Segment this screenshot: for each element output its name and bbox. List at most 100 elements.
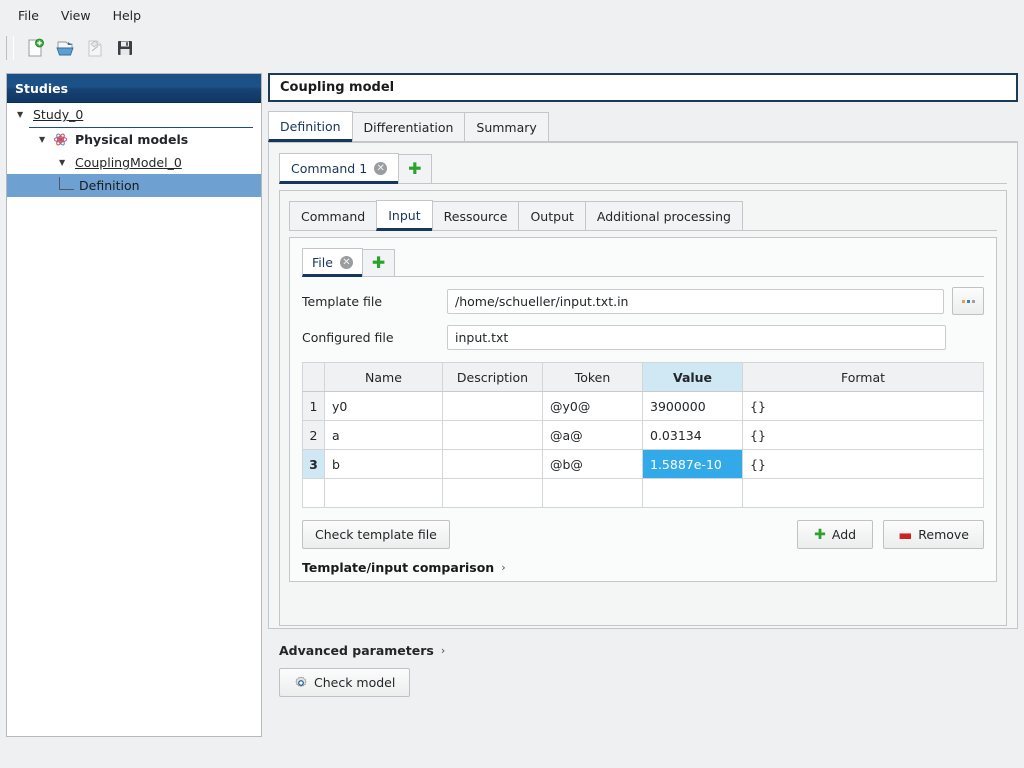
- cell-empty[interactable]: [443, 479, 543, 508]
- check-template-file-button[interactable]: Check template file: [302, 520, 450, 549]
- check-model-button[interactable]: Check model: [279, 668, 410, 697]
- table-row[interactable]: 3 b @b@ 1.5887e-10 {}: [303, 450, 984, 479]
- file-tabbar: File ✕ ✚: [302, 248, 984, 277]
- save-as-button[interactable]: [80, 34, 110, 62]
- cell-empty[interactable]: [743, 479, 984, 508]
- cell-name[interactable]: b: [325, 450, 443, 479]
- input-panel: File ✕ ✚ Template file /home/schueller/i…: [289, 237, 997, 582]
- ellipsis-dot-icon: [967, 300, 970, 303]
- tab-label: Output: [530, 209, 573, 224]
- cell-format[interactable]: {}: [743, 392, 984, 421]
- tab-additional-processing[interactable]: Additional processing: [585, 201, 743, 231]
- tree-item-coupling-model-0[interactable]: ▼ CouplingModel_0: [7, 151, 261, 174]
- collapser-label: Advanced parameters: [279, 643, 434, 658]
- row-number[interactable]: 3: [303, 450, 325, 479]
- inner-tabbar: Command Input Ressource Output Additiona…: [289, 200, 997, 231]
- chevron-down-icon[interactable]: ▼: [39, 136, 53, 144]
- tab-label: Input: [388, 208, 420, 223]
- cell-format[interactable]: {}: [743, 450, 984, 479]
- parameters-table[interactable]: Name Description Token Value Format 1 y0: [302, 362, 984, 508]
- tree-item-label: Physical models: [73, 132, 190, 147]
- configured-file-row: Configured file input.txt: [302, 325, 984, 350]
- open-file-button[interactable]: [50, 34, 80, 62]
- save-button[interactable]: [110, 34, 140, 62]
- cell-empty[interactable]: [643, 479, 743, 508]
- column-header-value[interactable]: Value: [643, 363, 743, 392]
- cell-name[interactable]: y0: [325, 392, 443, 421]
- button-label: Remove: [918, 527, 969, 542]
- row-number-empty: [303, 479, 325, 508]
- table-row[interactable]: 2 a @a@ 0.03134 {}: [303, 421, 984, 450]
- gear-icon: [294, 676, 308, 690]
- cell-format[interactable]: {}: [743, 421, 984, 450]
- tree-item-physical-models[interactable]: ▼ Physical models: [7, 128, 261, 151]
- chevron-down-icon[interactable]: ▼: [17, 111, 31, 119]
- tab-input[interactable]: Input: [376, 200, 432, 231]
- tree-item-study-0[interactable]: ▼ Study_0: [7, 103, 261, 126]
- table-header-row: Name Description Token Value Format: [303, 363, 984, 392]
- cell-value-selected[interactable]: 1.5887e-10: [643, 450, 743, 479]
- column-header-name[interactable]: Name: [325, 363, 443, 392]
- table-row-empty[interactable]: [303, 479, 984, 508]
- save-floppy-icon: [115, 38, 135, 58]
- command-tabbar: Command 1 ✕ ✚: [279, 153, 1007, 184]
- close-icon[interactable]: ✕: [374, 162, 387, 175]
- column-header-description[interactable]: Description: [443, 363, 543, 392]
- template-file-row: Template file /home/schueller/input.txt.…: [302, 287, 984, 315]
- close-icon[interactable]: ✕: [340, 256, 353, 269]
- add-file-button[interactable]: ✚: [362, 249, 395, 277]
- row-number[interactable]: 2: [303, 421, 325, 450]
- minus-icon: ▬: [898, 530, 912, 540]
- tab-command-1[interactable]: Command 1 ✕: [279, 153, 399, 184]
- tab-output[interactable]: Output: [518, 201, 585, 231]
- cell-empty[interactable]: [325, 479, 443, 508]
- corner-cell: [303, 363, 325, 392]
- table-body: 1 y0 @y0@ 3900000 {} 2 a: [303, 392, 984, 508]
- cell-token[interactable]: @a@: [543, 421, 643, 450]
- toolbar: [0, 31, 1024, 65]
- ellipsis-dot-icon: [962, 300, 965, 303]
- tab-summary[interactable]: Summary: [464, 112, 548, 142]
- column-header-format[interactable]: Format: [743, 363, 984, 392]
- configured-file-input[interactable]: input.txt: [447, 325, 946, 350]
- menu-file[interactable]: File: [7, 4, 50, 27]
- button-label: Check template file: [315, 527, 437, 542]
- tab-label: Ressource: [444, 209, 508, 224]
- tree-item-definition[interactable]: Definition: [7, 174, 261, 197]
- tab-ressource[interactable]: Ressource: [432, 201, 520, 231]
- cell-value[interactable]: 3900000: [643, 392, 743, 421]
- table-row[interactable]: 1 y0 @y0@ 3900000 {}: [303, 392, 984, 421]
- cell-token[interactable]: @b@: [543, 450, 643, 479]
- tab-file[interactable]: File ✕: [302, 248, 363, 277]
- new-document-icon: [25, 38, 45, 58]
- menu-help[interactable]: Help: [102, 4, 153, 27]
- menu-view[interactable]: View: [50, 4, 102, 27]
- plus-icon: ✚: [408, 163, 421, 175]
- advanced-parameters-collapser[interactable]: Advanced parameters ›: [279, 643, 1018, 658]
- add-button[interactable]: ✚ Add: [797, 520, 873, 549]
- button-label: Add: [832, 527, 856, 542]
- add-command-button[interactable]: ✚: [398, 154, 431, 184]
- toolbar-grip[interactable]: [6, 36, 14, 60]
- tab-definition[interactable]: Definition: [268, 111, 353, 142]
- tab-label: Command: [301, 209, 365, 224]
- cell-description[interactable]: [443, 421, 543, 450]
- cell-value[interactable]: 0.03134: [643, 421, 743, 450]
- tab-command[interactable]: Command: [289, 201, 377, 231]
- cell-description[interactable]: [443, 450, 543, 479]
- tab-label: File: [312, 255, 333, 270]
- column-header-token[interactable]: Token: [543, 363, 643, 392]
- chevron-down-icon[interactable]: ▼: [59, 159, 73, 167]
- cell-description[interactable]: [443, 392, 543, 421]
- new-document-button[interactable]: [20, 34, 50, 62]
- template-comparison-collapser[interactable]: Template/input comparison ›: [302, 560, 984, 575]
- table-header: Name Description Token Value Format: [303, 363, 984, 392]
- cell-empty[interactable]: [543, 479, 643, 508]
- cell-token[interactable]: @y0@: [543, 392, 643, 421]
- remove-button[interactable]: ▬ Remove: [883, 520, 984, 549]
- cell-name[interactable]: a: [325, 421, 443, 450]
- browse-button[interactable]: [952, 287, 984, 315]
- template-file-input[interactable]: /home/schueller/input.txt.in: [447, 289, 944, 314]
- row-number[interactable]: 1: [303, 392, 325, 421]
- tab-differentiation[interactable]: Differentiation: [352, 112, 466, 142]
